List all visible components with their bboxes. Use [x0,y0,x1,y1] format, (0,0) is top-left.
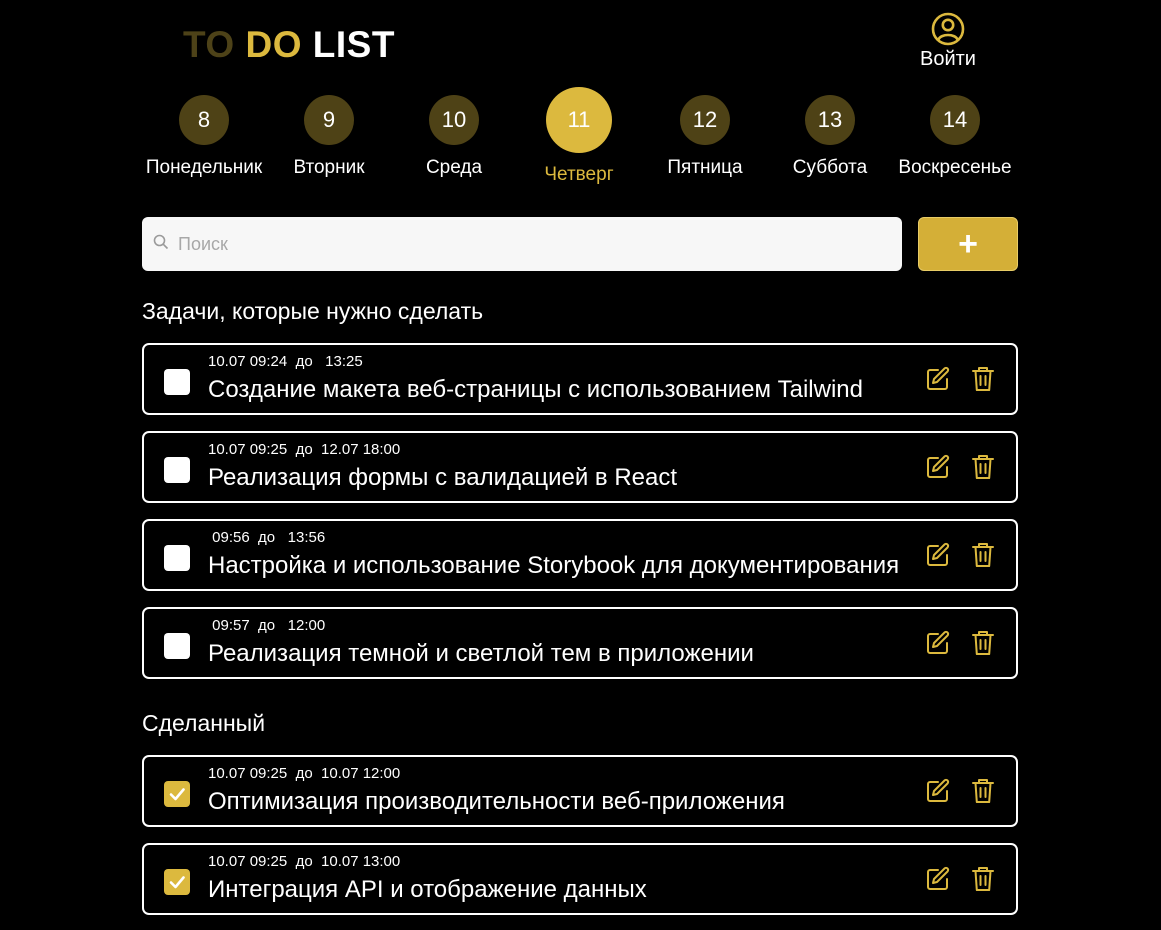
edit-icon[interactable] [925,454,951,485]
day-number: 13 [805,95,855,145]
day-number: 8 [179,95,229,145]
task-title: Создание макета веб-страницы с использов… [208,376,863,403]
task-checkbox-checked[interactable] [164,781,190,807]
login-label: Войти [920,48,976,70]
checkmark-icon [169,876,185,889]
task-title: Оптимизация производительности веб-прило… [208,788,785,815]
task-title: Реализация темной и светлой тем в прилож… [208,640,754,667]
trash-icon[interactable] [971,777,995,810]
app-logo: TO DO LIST [183,24,395,66]
task-time: 10.07 09:25 до 12.07 18:00 [208,441,401,458]
day-name: Воскресенье [898,157,1012,178]
user-icon [931,12,965,46]
task-card-done: 10.07 09:25 до 10.07 12:00 Оптимизация п… [142,755,1018,827]
day-name: Вторник [293,157,365,178]
task-time: 10.07 09:25 до 10.07 13:00 [208,853,401,870]
day-number: 10 [429,95,479,145]
trash-icon[interactable] [971,865,995,898]
search-icon [153,234,169,255]
day-number: 12 [680,95,730,145]
search-box[interactable] [142,217,902,271]
task-card: 09:56 до 13:56 Настройка и использование… [142,519,1018,591]
trash-icon[interactable] [971,365,995,398]
task-time: 10.07 09:25 до 10.07 12:00 [208,765,401,782]
add-task-button[interactable]: + [918,217,1018,271]
login-button[interactable]: Войти [912,12,984,71]
logo-word-list: LIST [312,24,395,65]
todo-section-title: Задачи, которые нужно сделать [142,298,484,324]
day-number: 14 [930,95,980,145]
edit-icon[interactable] [925,542,951,573]
task-title: Настройка и использование Storybook для … [208,552,900,579]
logo-word-do: DO [245,24,302,65]
day-name: Понедельник [145,157,263,178]
done-section-title: Сделанный [142,710,266,736]
edit-icon[interactable] [925,778,951,809]
day-name: Пятница [667,157,743,178]
day-number: 11 [546,87,612,153]
task-checkbox[interactable] [164,633,190,659]
day-number: 9 [304,95,354,145]
task-card: 09:57 до 12:00 Реализация темной и светл… [142,607,1018,679]
edit-icon[interactable] [925,366,951,397]
task-card: 10.07 09:24 до 13:25 Создание макета веб… [142,343,1018,415]
edit-icon[interactable] [925,630,951,661]
trash-icon[interactable] [971,541,995,574]
day-name: Четверг [544,164,614,185]
todo-app: TO DO LIST Войти 8 Понедельник 9 Вторник… [0,0,1161,930]
task-time: 09:57 до 12:00 [208,617,326,634]
search-input[interactable] [178,233,878,255]
task-title: Реализация формы с валидацией в React [208,464,678,491]
task-time: 10.07 09:24 до 13:25 [208,353,363,370]
day-sunday[interactable]: 14 Воскресенье [880,95,1030,179]
checkmark-icon [169,788,185,801]
task-title: Интеграция API и отображение данных [208,876,647,903]
task-checkbox[interactable] [164,369,190,395]
trash-icon[interactable] [971,629,995,662]
edit-icon[interactable] [925,866,951,897]
logo-word-to: TO [183,24,235,65]
task-time: 09:56 до 13:56 [208,529,326,546]
task-checkbox-checked[interactable] [164,869,190,895]
day-name: Суббота [792,157,868,178]
trash-icon[interactable] [971,453,995,486]
task-checkbox[interactable] [164,457,190,483]
day-name: Среда [425,157,483,178]
task-card: 10.07 09:25 до 12.07 18:00 Реализация фо… [142,431,1018,503]
task-checkbox[interactable] [164,545,190,571]
task-card-done: 10.07 09:25 до 10.07 13:00 Интеграция AP… [142,843,1018,915]
